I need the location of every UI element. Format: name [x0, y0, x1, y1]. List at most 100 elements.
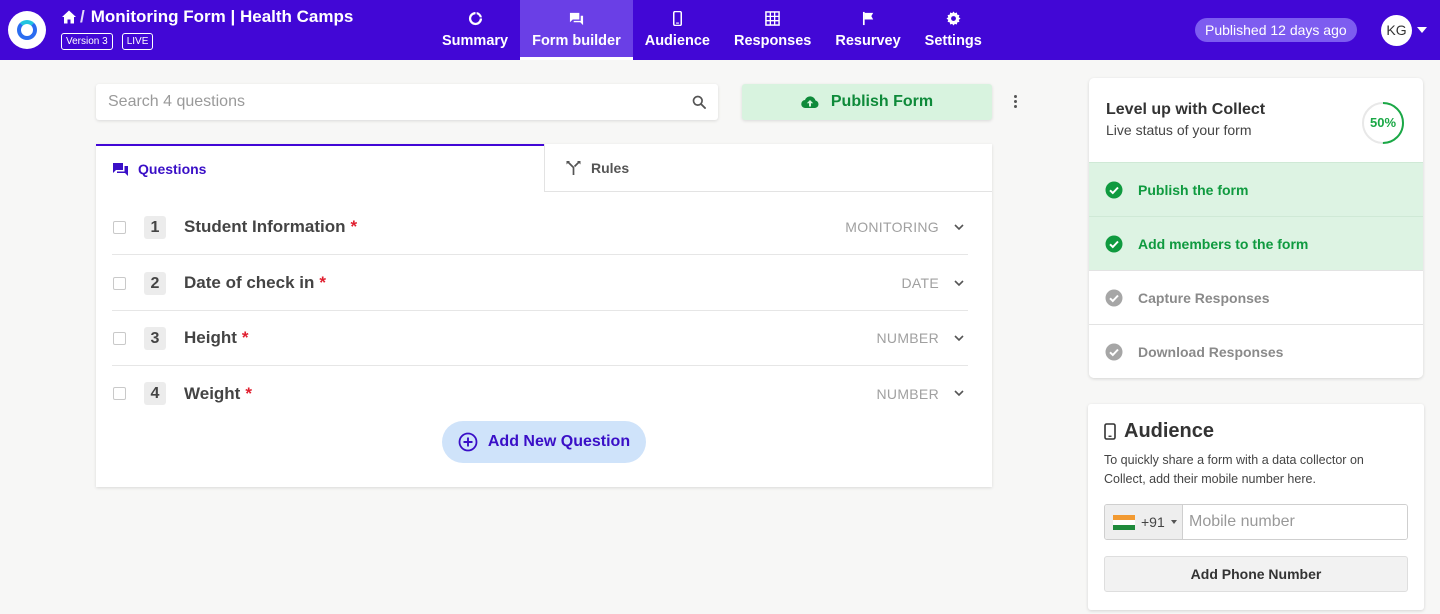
check-circle-icon	[1105, 235, 1123, 252]
tab-rules-label: Rules	[591, 159, 630, 176]
main-nav: Summary Form builder Audience Responses …	[430, 0, 994, 60]
required-marker: *	[319, 273, 326, 292]
form-title: Monitoring Form | Health Camps	[90, 7, 354, 26]
plus-circle-icon	[458, 432, 478, 452]
tab-settings[interactable]: Settings	[913, 0, 994, 60]
breadcrumb: / Monitoring Form | Health Camps	[61, 7, 353, 27]
mobile-icon	[1104, 423, 1116, 440]
question-label: Student Information *	[184, 217, 358, 236]
flag-icon	[862, 11, 873, 26]
tab-form-builder-label: Form builder	[532, 33, 621, 49]
questions-card: Questions Rules 1 Student Information * M…	[96, 144, 992, 487]
phone-field: +91	[1104, 504, 1408, 540]
add-phone-number-button[interactable]: Add Phone Number	[1104, 556, 1408, 592]
level-up-card: Level up with Collect Live status of you…	[1089, 78, 1423, 378]
question-type: NUMBER	[876, 385, 939, 402]
question-search	[96, 84, 718, 120]
question-checkbox[interactable]	[113, 276, 126, 290]
question-type: MONITORING	[845, 219, 939, 235]
question-label: Date of check in *	[184, 273, 326, 292]
step-label: Download Responses	[1138, 343, 1284, 360]
step-label: Capture Responses	[1138, 289, 1270, 306]
tab-questions[interactable]: Questions	[96, 144, 544, 192]
audience-title: Audience	[1124, 420, 1215, 442]
step-add-members[interactable]: Add members to the form	[1089, 216, 1423, 270]
question-number: 2	[144, 271, 166, 295]
tab-form-builder[interactable]: Form builder	[520, 0, 633, 60]
app-logo[interactable]	[8, 11, 46, 49]
tab-questions-label: Questions	[138, 161, 207, 177]
chevron-down-icon[interactable]	[954, 334, 964, 342]
required-marker: *	[350, 217, 358, 236]
question-type: NUMBER	[876, 330, 939, 346]
caret-down-icon	[1170, 520, 1177, 524]
question-row[interactable]: 1 Student Information * MONITORING	[112, 200, 968, 255]
avatar[interactable]: KG	[1381, 15, 1412, 46]
question-checkbox[interactable]	[113, 220, 126, 234]
question-checkbox[interactable]	[113, 387, 126, 400]
publish-form-label: Publish Form	[830, 93, 934, 110]
chevron-down-icon[interactable]	[954, 390, 964, 397]
add-new-question-button[interactable]: Add New Question	[442, 421, 646, 463]
check-circle-icon	[1105, 343, 1123, 360]
form-builder-icon	[569, 12, 583, 26]
question-number: 1	[144, 215, 166, 239]
country-code-select[interactable]: +91	[1105, 505, 1183, 539]
progress-percent: 50%	[1369, 115, 1397, 130]
required-marker: *	[241, 328, 249, 347]
grid-icon	[765, 11, 780, 26]
mobile-number-input[interactable]	[1183, 505, 1407, 539]
tab-summary-label: Summary	[442, 33, 509, 49]
step-label: Add members to the form	[1138, 235, 1309, 252]
publish-form-button[interactable]: Publish Form	[742, 84, 992, 120]
search-input[interactable]	[96, 84, 656, 120]
tab-settings-label: Settings	[924, 33, 982, 49]
cloud-upload-icon	[801, 96, 819, 109]
step-publish-form[interactable]: Publish the form	[1089, 162, 1423, 216]
required-marker: *	[245, 383, 252, 403]
india-flag-icon	[1113, 514, 1135, 530]
question-label: Weight *	[184, 383, 252, 403]
tab-summary[interactable]: Summary	[430, 0, 520, 60]
search-icon[interactable]	[692, 95, 706, 109]
audience-description: To quickly share a form with a data coll…	[1104, 453, 1364, 486]
tab-responses-label: Responses	[733, 33, 812, 49]
tab-rules[interactable]: Rules	[544, 144, 992, 192]
level-up-subtitle: Live status of your form	[1106, 122, 1252, 138]
top-bar: / Monitoring Form | Health Camps Version…	[0, 0, 1440, 60]
tab-resurvey-label: Resurvey	[835, 33, 901, 49]
branch-icon	[566, 160, 581, 175]
breadcrumb-separator: /	[80, 7, 85, 26]
chevron-down-icon[interactable]	[954, 279, 964, 287]
published-status: Published 12 days ago	[1195, 18, 1357, 42]
summary-icon	[468, 11, 482, 26]
question-number: 4	[144, 382, 166, 405]
builder-tabs: Questions Rules	[96, 144, 992, 192]
step-capture-responses[interactable]: Capture Responses	[1089, 270, 1423, 324]
chevron-down-icon[interactable]	[1417, 27, 1427, 33]
question-type: DATE	[901, 275, 939, 291]
step-label: Publish the form	[1138, 181, 1249, 198]
chevron-down-icon[interactable]	[954, 223, 964, 231]
audience-card: Audience To quickly share a form with a …	[1088, 404, 1424, 610]
question-checkbox[interactable]	[113, 331, 126, 345]
country-code: +91	[1141, 514, 1165, 530]
add-new-question-label: Add New Question	[487, 433, 631, 450]
version-badge[interactable]: Version 3	[61, 33, 113, 50]
tab-responses[interactable]: Responses	[722, 0, 823, 60]
question-label: Height *	[184, 328, 249, 347]
question-row[interactable]: 4 Weight * NUMBER	[112, 366, 968, 421]
questions-icon	[113, 163, 128, 176]
tab-audience[interactable]: Audience	[633, 0, 722, 60]
question-row[interactable]: 3 Height * NUMBER	[112, 311, 968, 366]
question-number: 3	[144, 326, 166, 350]
home-icon[interactable]	[61, 9, 77, 25]
step-download-responses[interactable]: Download Responses	[1089, 324, 1423, 378]
gear-icon	[946, 11, 961, 26]
tab-resurvey[interactable]: Resurvey	[823, 0, 912, 60]
question-row[interactable]: 2 Date of check in * DATE	[112, 256, 968, 311]
more-options-icon[interactable]	[1012, 95, 1018, 111]
tab-audience-label: Audience	[644, 33, 710, 49]
check-circle-icon	[1105, 181, 1123, 198]
mobile-icon	[672, 11, 682, 26]
